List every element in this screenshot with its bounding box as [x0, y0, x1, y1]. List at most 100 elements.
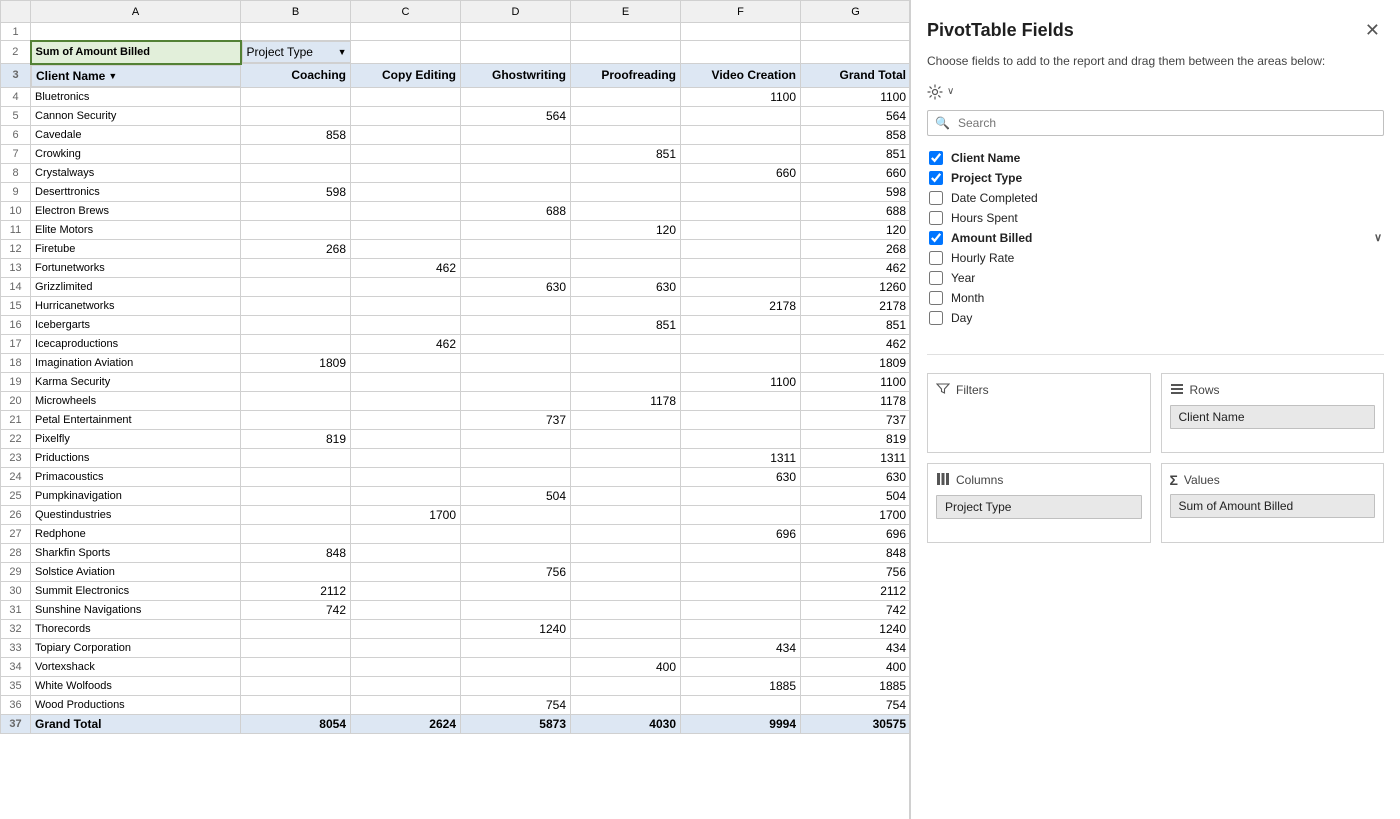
proofreading-cell: 1178 [571, 391, 681, 410]
proofreading-cell [571, 581, 681, 600]
ghostwriting-cell: 754 [461, 695, 571, 714]
proofreading-cell [571, 87, 681, 106]
col-header-rownum [1, 1, 31, 23]
client-name-cell: Summit Electronics [31, 581, 241, 600]
ghostwriting-cell [461, 638, 571, 657]
ghostwriting-cell [461, 676, 571, 695]
col-header-d: D [461, 1, 571, 23]
coaching-cell [241, 258, 351, 277]
video-creation-cell [681, 486, 801, 505]
search-input[interactable] [927, 110, 1384, 136]
client-name-label: Client Name [36, 69, 105, 83]
rows-area: Rows Client Name [1161, 373, 1385, 453]
field-label-year: Year [951, 271, 975, 285]
proofreading-cell [571, 619, 681, 638]
client-name-dropdown[interactable]: ▼ [108, 71, 117, 81]
field-item-month[interactable]: Month [927, 288, 1384, 308]
field-item-client_name[interactable]: Client Name [927, 148, 1384, 168]
grand-total-cell: 462 [801, 258, 911, 277]
field-item-hourly_rate[interactable]: Hourly Rate [927, 248, 1384, 268]
project-type-dropdown-arrow[interactable]: ▼ [338, 47, 347, 57]
table-row: 4 Bluetronics 1100 1100 [1, 87, 911, 106]
field-checkbox-amount_billed[interactable] [929, 231, 943, 245]
field-checkbox-hourly_rate[interactable] [929, 251, 943, 265]
client-name-cell: Solstice Aviation [31, 562, 241, 581]
row-num: 33 [1, 638, 31, 657]
grand-total-cell: 2178 [801, 296, 911, 315]
video-creation-cell: 1885 [681, 676, 801, 695]
client-name-cell: Vortexshack [31, 657, 241, 676]
copy-editing-cell [351, 657, 461, 676]
coaching-cell: 2112 [241, 581, 351, 600]
copy-editing-cell: 462 [351, 258, 461, 277]
field-checkbox-project_type[interactable] [929, 171, 943, 185]
grand-total-copy-editing: 2624 [351, 714, 461, 733]
rows-tag[interactable]: Client Name [1170, 405, 1376, 429]
field-checkbox-date_completed[interactable] [929, 191, 943, 205]
video-creation-cell: 660 [681, 163, 801, 182]
col-header-g: G [801, 1, 911, 23]
field-item-amount_billed[interactable]: Amount Billed ∨ [927, 228, 1384, 248]
client-name-cell: Wood Productions [31, 695, 241, 714]
gear-icon [927, 84, 943, 100]
col-header-c: C [351, 1, 461, 23]
columns-tag[interactable]: Project Type [936, 495, 1142, 519]
coaching-cell [241, 448, 351, 467]
proofreading-cell: 851 [571, 315, 681, 334]
video-creation-cell: 1100 [681, 372, 801, 391]
field-checkbox-day[interactable] [929, 311, 943, 325]
gear-button[interactable]: ∨ [927, 84, 954, 100]
copy-editing-cell [351, 524, 461, 543]
field-item-day[interactable]: Day [927, 308, 1384, 328]
ghostwriting-cell: 737 [461, 410, 571, 429]
panel-description: Choose fields to add to the report and d… [927, 53, 1384, 70]
row-num: 4 [1, 87, 31, 106]
cell [241, 23, 351, 41]
field-checkbox-client_name[interactable] [929, 151, 943, 165]
field-checkbox-year[interactable] [929, 271, 943, 285]
field-item-year[interactable]: Year [927, 268, 1384, 288]
video-creation-cell [681, 144, 801, 163]
row-num: 3 [1, 64, 31, 88]
filters-drop-zone[interactable] [936, 405, 1142, 435]
field-checkbox-hours_spent[interactable] [929, 211, 943, 225]
row-num: 25 [1, 486, 31, 505]
field-label-month: Month [951, 291, 984, 305]
col-header-e: E [571, 1, 681, 23]
spreadsheet: A B C D E F G 1 2 [0, 0, 910, 819]
row-num: 26 [1, 505, 31, 524]
pivot-table: A B C D E F G 1 2 [0, 0, 910, 734]
proofreading-cell [571, 125, 681, 144]
row-num: 35 [1, 676, 31, 695]
copy-editing-cell [351, 201, 461, 220]
field-item-date_completed[interactable]: Date Completed [927, 188, 1384, 208]
proofreading-cell [571, 410, 681, 429]
values-tag[interactable]: Sum of Amount Billed [1170, 494, 1376, 518]
proofreading-cell [571, 505, 681, 524]
grand-total-ghostwriting: 5873 [461, 714, 571, 733]
field-label-hourly_rate: Hourly Rate [951, 251, 1014, 265]
client-name-header[interactable]: Client Name ▼ [31, 65, 241, 87]
proofreading-cell [571, 467, 681, 486]
field-checkbox-month[interactable] [929, 291, 943, 305]
row-num: 19 [1, 372, 31, 391]
ghostwriting-cell: 1240 [461, 619, 571, 638]
project-type-filter-cell[interactable]: Project Type ▼ [242, 41, 352, 63]
columns-icon [936, 472, 950, 489]
close-button[interactable]: ✕ [1361, 16, 1384, 45]
field-item-project_type[interactable]: Project Type [927, 168, 1384, 188]
table-row: 29 Solstice Aviation 756 756 [1, 562, 911, 581]
values-area: Σ Values Sum of Amount Billed [1161, 463, 1385, 543]
grand-total-cell: 660 [801, 163, 911, 182]
table-row: 12 Firetube 268 268 [1, 239, 911, 258]
areas-grid: Filters Rows Client Name Columns Project… [927, 373, 1384, 543]
field-item-hours_spent[interactable]: Hours Spent [927, 208, 1384, 228]
client-name-cell: Primacoustics [31, 467, 241, 486]
row-num: 5 [1, 106, 31, 125]
row-num: 32 [1, 619, 31, 638]
expand-arrow-amount_billed[interactable]: ∨ [1374, 231, 1382, 244]
proofreading-header: Proofreading [571, 64, 681, 88]
grand-total-coaching: 8054 [241, 714, 351, 733]
client-name-cell: Questindustries [31, 505, 241, 524]
table-row: 36 Wood Productions 754 754 [1, 695, 911, 714]
